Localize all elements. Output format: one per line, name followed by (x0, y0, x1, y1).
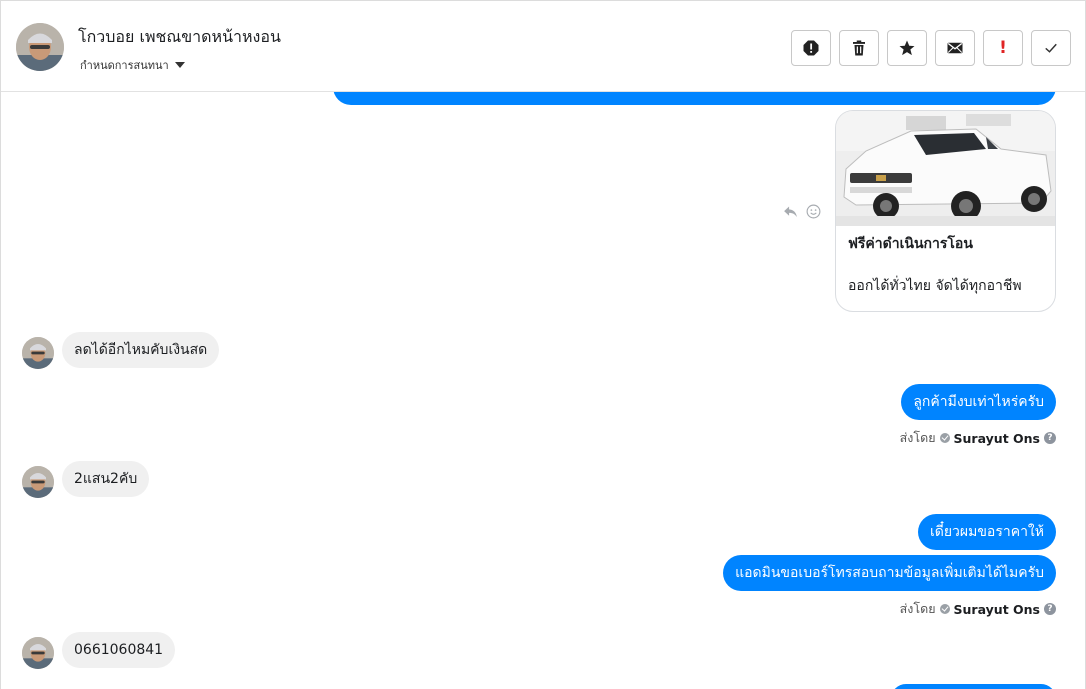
outgoing-message-partial (891, 684, 1056, 689)
inbox-thread-window: โกวบอย เพชณขาดหน้าหงอน กำหนดการสนทนา ! ฟ… (0, 0, 1086, 689)
contact-name: โกวบอย เพชณขาดหน้าหงอน (78, 27, 281, 46)
mark-done-button[interactable] (1031, 30, 1071, 66)
alert-octagon-icon (803, 40, 819, 56)
incoming-message: 0661060841 (62, 632, 176, 668)
delete-button[interactable] (839, 30, 879, 66)
contact-avatar-small (22, 466, 54, 498)
outgoing-message: แอดมินขอเบอร์โทรสอบถามข้อมูลเพิ่มเติมได้… (723, 555, 1056, 591)
product-image (836, 111, 1055, 226)
sent-by-agent[interactable]: Surayut Ons (954, 431, 1040, 446)
envelope-icon (947, 42, 963, 54)
sent-by-label: ส่งโดย Surayut Ons ? (900, 599, 1056, 619)
outgoing-message: ลูกค้ามีงบเท่าไหร่ครับ (901, 384, 1056, 420)
help-icon[interactable]: ? (1044, 432, 1056, 444)
assign-label: กำหนดการสนทนา (80, 59, 169, 72)
product-card-title: ฟรีค่าดำเนินการโอน (848, 236, 973, 252)
product-card[interactable]: ฟรีค่าดำเนินการโอน ออกได้ทั่วไทย จัดได้ท… (835, 110, 1056, 312)
contact-avatar-small (22, 337, 54, 369)
thread-actions-toolbar: ! (791, 30, 1071, 66)
contact-avatar-small (22, 637, 54, 669)
outgoing-message: เดี๋ยวผมขอราคาให้ (917, 514, 1056, 550)
emoji-icon[interactable] (805, 203, 822, 220)
star-button[interactable] (887, 30, 927, 66)
sent-by-agent[interactable]: Surayut Ons (954, 602, 1040, 617)
product-card-subtitle: ออกได้ทั่วไทย จัดได้ทุกอาชีพ (848, 278, 1022, 294)
check-circle-icon (939, 433, 950, 443)
message-reactions (782, 203, 822, 220)
sent-by-prefix: ส่งโดย (899, 430, 936, 445)
conversation-header: โกวบอย เพชณขาดหน้าหงอน กำหนดการสนทนา ! (1, 1, 1085, 92)
caret-down-icon (174, 62, 185, 68)
report-spam-button[interactable] (791, 30, 831, 66)
star-icon (899, 40, 915, 56)
check-circle-icon (939, 604, 950, 614)
message-list[interactable]: ฟรีค่าดำเนินการโอน ออกได้ทั่วไทย จัดได้ท… (1, 66, 1085, 689)
incoming-message: 2แสน2คับ (62, 461, 150, 497)
trash-icon (853, 40, 865, 56)
reply-icon[interactable] (782, 203, 799, 220)
assign-conversation-dropdown[interactable]: กำหนดการสนทนา (80, 56, 185, 74)
check-icon (1045, 43, 1057, 53)
contact-avatar[interactable] (16, 23, 64, 71)
mark-unread-button[interactable] (935, 30, 975, 66)
help-icon[interactable]: ? (1044, 603, 1056, 615)
mark-important-button[interactable]: ! (983, 30, 1023, 66)
sent-by-prefix: ส่งโดย (899, 601, 936, 616)
exclamation-icon: ! (999, 38, 1007, 58)
sent-by-label: ส่งโดย Surayut Ons ? (900, 428, 1056, 448)
incoming-message: ลดได้อีกไหมคับเงินสด (62, 332, 220, 368)
